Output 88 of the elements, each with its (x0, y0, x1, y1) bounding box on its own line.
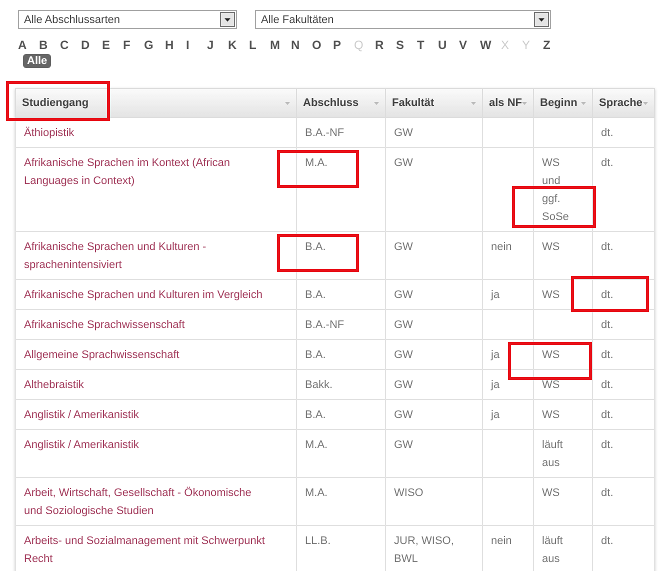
column-header[interactable]: Abschluss (297, 89, 385, 117)
table-cell-text: WS (542, 348, 561, 363)
table-cell-text: dt. (601, 348, 614, 363)
table-cell-text: GW (394, 408, 414, 423)
letter-link[interactable]: W (480, 38, 501, 52)
letter-link[interactable]: M (270, 38, 291, 52)
table-cell-text: B.A.-NF (305, 126, 346, 141)
letter-link[interactable]: K (228, 38, 249, 52)
dropdown[interactable]: Alle Abschlussarten (18, 10, 237, 29)
letter-link[interactable]: S (396, 38, 417, 52)
table-cell-text: JUR, WISO, BWL (394, 534, 455, 567)
table-cell-text: GW (394, 288, 414, 303)
sort-icon (522, 102, 528, 104)
table-cell-text: WS (542, 240, 561, 255)
table-cell-text: M.A. (305, 438, 329, 453)
table-cell-text: dt. (601, 240, 614, 255)
column-header[interactable]: Studiengang (16, 89, 296, 117)
table-cell-text: dt. (601, 378, 614, 393)
column-header[interactable]: Sprache (593, 89, 654, 117)
sort-icon (285, 102, 290, 104)
letter-link[interactable]: A (18, 38, 39, 52)
letter-link[interactable]: F (123, 38, 144, 52)
table-cell-text: B.A. (305, 240, 327, 255)
table-cell-text: ja (491, 348, 501, 363)
table-cell-text: B.A.-NF (305, 318, 346, 333)
table-cell-text: dt. (601, 288, 614, 303)
table-cell-text: läuft aus (542, 438, 564, 471)
letter-link[interactable]: P (333, 38, 354, 52)
table-cell-text: ja (491, 408, 501, 423)
letter-link[interactable]: E (102, 38, 123, 52)
table-cell-text: dt. (601, 408, 614, 423)
table-cell-text: dt. (601, 438, 614, 453)
letter-link[interactable]: L (249, 38, 270, 52)
letter-link[interactable]: N (291, 38, 312, 52)
table-cell-text: WS (542, 378, 561, 393)
table-cell-text: Bakk. (305, 378, 334, 393)
letter-link[interactable]: H (165, 38, 186, 52)
table-cell-text: GW (394, 318, 414, 333)
sort-icon (581, 102, 586, 104)
caret-icon (220, 12, 235, 27)
table-cell-text: B.A. (305, 348, 327, 363)
table-cell-text: GW (394, 126, 414, 141)
table-cell-text: WS (542, 408, 561, 423)
table-cell-text: ja (491, 378, 501, 393)
letter-link[interactable]: U (438, 38, 459, 52)
letter-link[interactable]: V (459, 38, 480, 52)
letter-link[interactable]: T (417, 38, 438, 52)
letter-link[interactable]: R (375, 38, 396, 52)
column-header[interactable]: Fakultät (386, 89, 482, 117)
sort-icon (643, 102, 648, 104)
table-cell-text: GW (394, 378, 414, 393)
letter-link[interactable]: G (144, 38, 165, 52)
table-cell-text: WS (542, 486, 561, 501)
all-filter-tag[interactable]: Alle (23, 54, 52, 68)
table-cell-text: LL.B. (305, 534, 332, 549)
letter-link[interactable]: I (186, 38, 207, 52)
column-header[interactable]: Beginn (534, 89, 592, 117)
table-cell-text: M.A. (305, 486, 329, 501)
table-cell-text: GW (394, 240, 414, 255)
table-cell-text: dt. (601, 534, 614, 549)
table-cell-text: GW (394, 348, 414, 363)
table-cell-text: B.A. (305, 408, 327, 423)
table-cell-text: WISO (394, 486, 424, 501)
table-cell-text: dt. (601, 156, 614, 171)
table-cell-text: dt. (601, 126, 614, 141)
letter-link[interactable]: D (81, 38, 102, 52)
table-cell-text: dt. (601, 318, 614, 333)
table-cell-text: läuft aus (542, 534, 564, 567)
letter-link[interactable]: O (312, 38, 333, 52)
table-cell-text: dt. (601, 486, 614, 501)
table-cell-text: GW (394, 438, 414, 453)
dropdown[interactable]: Alle Fakultäten (255, 10, 551, 29)
table-cell-text: GW (394, 156, 414, 171)
table-cell-text: ja (491, 288, 501, 303)
caret-icon (534, 12, 549, 27)
table-cell-text: WS und ggf. SoSe (542, 156, 570, 225)
table-cell-text: nein (491, 240, 513, 255)
letter-link[interactable]: J (207, 38, 228, 52)
sort-icon (471, 102, 476, 104)
table-cell-text: nein (491, 534, 513, 549)
column-header[interactable]: als NF (483, 89, 534, 117)
table-cell-text: B.A. (305, 288, 327, 303)
sort-icon (374, 102, 379, 104)
letter-link[interactable]: C (60, 38, 81, 52)
letter-link[interactable]: B (39, 38, 60, 52)
table-cell-text: WS (542, 288, 561, 303)
table-cell-text: M.A. (305, 156, 329, 171)
letter-link[interactable]: Z (543, 38, 564, 52)
